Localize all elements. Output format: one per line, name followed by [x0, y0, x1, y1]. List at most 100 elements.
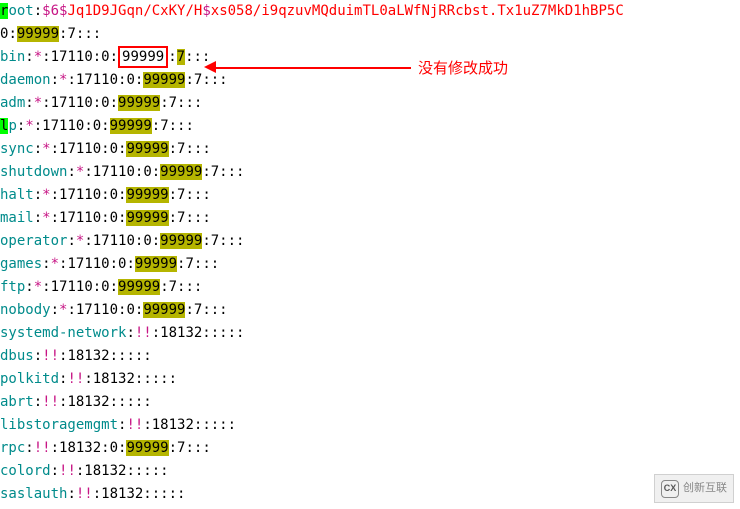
terminal-line: systemd-network:!!:18132:::::	[0, 322, 740, 345]
segment-star: *	[25, 118, 33, 134]
terminal-line: polkitd:!!:18132:::::	[0, 368, 740, 391]
segment-user: abrt	[0, 394, 34, 410]
segment-hl: 99999	[135, 256, 177, 272]
segment-colon: :	[8, 26, 16, 42]
segment-star: *	[42, 210, 50, 226]
segment-star: *	[42, 141, 50, 157]
segment-red: xs058/i9qzuvMQduimTL0aLWfNjRRcbst.Tx1uZ7…	[211, 3, 624, 19]
segment-user: shutdown	[0, 164, 67, 180]
segment-colon: :	[34, 141, 42, 157]
segment-colon: :18132:::::	[59, 394, 152, 410]
segment-colon: :	[25, 49, 33, 65]
segment-hl: 99999	[118, 279, 160, 295]
segment-colon: :17110:0:	[67, 72, 143, 88]
segment-user: polkitd	[0, 371, 59, 387]
terminal-line: daemon:*:17110:0:99999:7:::	[0, 69, 740, 92]
segment-star: !!	[42, 394, 59, 410]
segment-colon: :17110:0:	[42, 279, 118, 295]
annotation-arrow-head	[204, 61, 216, 73]
segment-user: p	[8, 118, 16, 134]
terminal-line: libstoragemgmt:!!:18132:::::	[0, 414, 740, 437]
segment-colon: :	[126, 325, 134, 341]
terminal-line: shutdown:*:17110:0:99999:7:::	[0, 161, 740, 184]
segment-star: !!	[76, 486, 93, 502]
segment-hl: 99999	[143, 302, 185, 318]
segment-star: !!	[59, 463, 76, 479]
terminal-line: abrt:!!:18132:::::	[0, 391, 740, 414]
segment-star: *	[34, 279, 42, 295]
segment-colon: :7:::	[169, 141, 211, 157]
segment-colon: :18132:::::	[76, 463, 169, 479]
segment-colon: :7:::	[169, 440, 211, 456]
segment-colon: :18132:::::	[152, 325, 245, 341]
segment-colon: :7:::	[152, 118, 194, 134]
segment-user: daemon	[0, 72, 51, 88]
segment-user: bin	[0, 49, 25, 65]
segment-colon: :	[34, 210, 42, 226]
terminal-line: ftp:*:17110:0:99999:7:::	[0, 276, 740, 299]
segment-colon: :	[25, 279, 33, 295]
watermark-logo-icon: CX	[661, 480, 679, 498]
segment-colon: :7:::	[169, 210, 211, 226]
terminal-line: nobody:*:17110:0:99999:7:::	[0, 299, 740, 322]
segment-box: 99999	[118, 46, 168, 68]
segment-colon: :	[42, 256, 50, 272]
terminal-line: colord:!!:18132:::::	[0, 460, 740, 483]
segment-hl: 99999	[143, 72, 185, 88]
segment-colon: :17110:0:	[84, 164, 160, 180]
segment-colon: :7:::	[59, 26, 101, 42]
segment-colon: :17110:0:	[34, 118, 110, 134]
terminal-line: root:$6$Jq1D9JGqn/CxKY/H$xs058/i9qzuvMQd…	[0, 0, 740, 23]
segment-colon: :	[51, 302, 59, 318]
segment-star: !!	[34, 440, 51, 456]
segment-hl: 7	[177, 49, 185, 65]
segment-user: ftp	[0, 279, 25, 295]
segment-colon: :7:::	[185, 302, 227, 318]
terminal-line: halt:*:17110:0:99999:7:::	[0, 184, 740, 207]
terminal-line: adm:*:17110:0:99999:7:::	[0, 92, 740, 115]
segment-colon: :18132:0:	[51, 440, 127, 456]
segment-colon: :	[67, 164, 75, 180]
segment-colon: :7:::	[185, 72, 227, 88]
segment-colon: :17110:0:	[59, 256, 135, 272]
terminal-output: root:$6$Jq1D9JGqn/CxKY/H$xs058/i9qzuvMQd…	[0, 0, 740, 506]
segment-user: colord	[0, 463, 51, 479]
segment-star: !!	[126, 417, 143, 433]
segment-colon: :	[25, 95, 33, 111]
segment-user: oot	[8, 3, 33, 19]
segment-colon: :7:::	[160, 279, 202, 295]
segment-colon: :18132:::::	[59, 348, 152, 364]
segment-colon: :	[51, 463, 59, 479]
segment-colon: :	[34, 394, 42, 410]
terminal-line: lp:*:17110:0:99999:7:::	[0, 115, 740, 138]
annotation-text: 没有修改成功	[418, 57, 508, 80]
segment-colon: :7:::	[169, 187, 211, 203]
segment-colon: :	[168, 49, 176, 65]
segment-hl: 99999	[160, 164, 202, 180]
terminal-line: bin:*:17110:0:99999:7:::	[0, 46, 740, 69]
segment-colon: :	[34, 348, 42, 364]
segment-colon: :7:::	[202, 233, 244, 249]
terminal-line: rpc:!!:18132:0:99999:7:::	[0, 437, 740, 460]
segment-user: sync	[0, 141, 34, 157]
segment-star: *	[34, 49, 42, 65]
segment-hash: $6$	[42, 3, 67, 19]
segment-colon: :	[67, 486, 75, 502]
segment-colon: :17110:0:	[51, 210, 127, 226]
segment-hl: 99999	[126, 440, 168, 456]
segment-colon: :18132:::::	[84, 371, 177, 387]
segment-hl: 99999	[126, 210, 168, 226]
segment-hl: 99999	[160, 233, 202, 249]
segment-colon: :	[67, 233, 75, 249]
segment-star: !!	[67, 371, 84, 387]
terminal-line: operator:*:17110:0:99999:7:::	[0, 230, 740, 253]
segment-hl: 99999	[126, 141, 168, 157]
segment-star: *	[51, 256, 59, 272]
segment-user: rpc	[0, 440, 25, 456]
watermark: CX 创新互联	[654, 474, 734, 503]
segment-hl: 99999	[110, 118, 152, 134]
segment-user: adm	[0, 95, 25, 111]
segment-colon: :	[34, 3, 42, 19]
segment-colon: :17110:0:	[67, 302, 143, 318]
segment-hash: $	[202, 3, 210, 19]
